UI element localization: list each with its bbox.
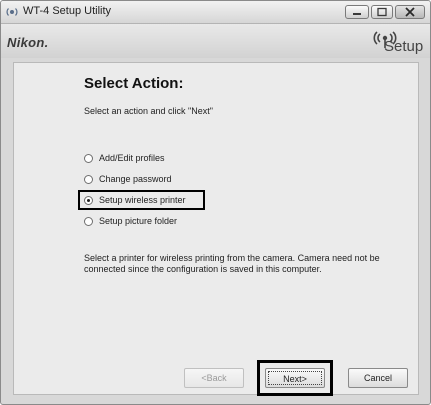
setup-label: Setup — [384, 38, 424, 55]
maximize-icon — [377, 7, 387, 17]
option-label: Change password — [99, 174, 172, 184]
window-title: WT-4 Setup Utility — [23, 5, 112, 17]
option-setup-wireless-printer[interactable]: Setup wireless printer — [78, 190, 304, 211]
option-label: Add/Edit profiles — [99, 153, 165, 163]
radio-button-selected[interactable] — [84, 196, 93, 205]
setup-window: WT-4 Setup Utility Nikon. Setup Select A… — [0, 0, 431, 405]
radio-button[interactable] — [84, 154, 93, 163]
brand-header: Nikon. Setup — [1, 24, 430, 58]
instruction-text: Select an action and click "Next" — [84, 106, 213, 116]
action-description: Select a printer for wireless printing f… — [84, 253, 380, 274]
option-add-edit-profiles[interactable]: Add/Edit profiles — [84, 149, 304, 169]
radio-button[interactable] — [84, 217, 93, 226]
option-label: Setup picture folder — [99, 216, 178, 226]
maximize-button[interactable] — [371, 5, 393, 19]
next-button-label: Next> — [268, 371, 322, 385]
wireless-app-icon — [5, 5, 19, 19]
wizard-panel: Select Action: Select an action and clic… — [13, 62, 419, 396]
close-icon — [405, 7, 415, 17]
setup-badge: Setup — [371, 28, 429, 58]
page-title: Select Action: — [84, 75, 184, 92]
close-button[interactable] — [395, 5, 425, 19]
option-change-password[interactable]: Change password — [84, 170, 304, 190]
minimize-icon — [353, 13, 361, 15]
back-button[interactable]: <Back — [184, 368, 244, 388]
option-label: Setup wireless printer — [99, 195, 186, 205]
minimize-button[interactable] — [345, 5, 369, 19]
cancel-button[interactable]: Cancel — [348, 368, 408, 388]
option-setup-picture-folder[interactable]: Setup picture folder — [84, 212, 304, 232]
nikon-logo: Nikon. — [7, 35, 49, 50]
next-button[interactable]: Next> — [265, 368, 325, 388]
radio-button[interactable] — [84, 175, 93, 184]
title-bar[interactable]: WT-4 Setup Utility — [1, 1, 430, 24]
